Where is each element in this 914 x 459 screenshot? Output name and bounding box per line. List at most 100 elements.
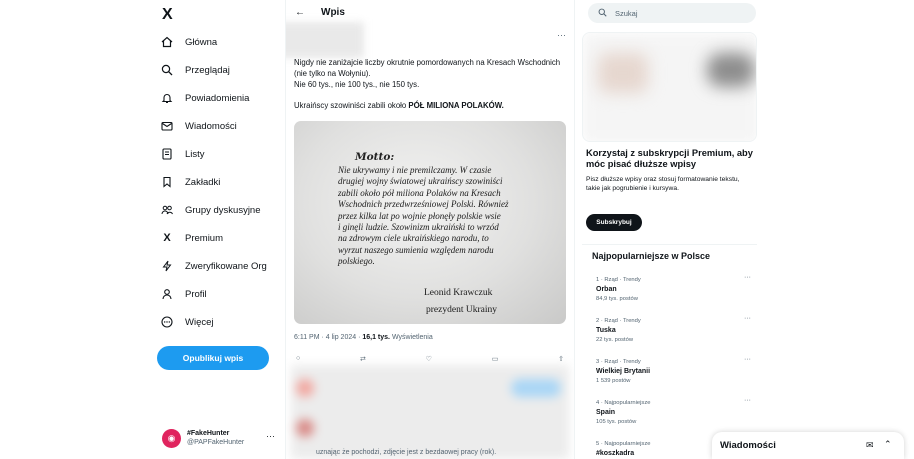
nav-label: Wiadomości	[185, 120, 237, 132]
trend-count: 84,9 tys. postów	[596, 296, 638, 302]
trend-name: Wielkiej Brytanii	[596, 368, 651, 375]
photo-line: przez kilka lat po wojnie płonęły polski…	[338, 210, 501, 221]
retweet-icon[interactable]: ⇄	[360, 355, 366, 363]
trends-heading: Najpopularniejsze w Polsce	[592, 251, 711, 261]
search-icon	[160, 63, 174, 77]
mail-icon	[160, 119, 174, 133]
tweet-line: Nie 60 tys., nie 100 tys., nie 150 tys.	[294, 80, 420, 89]
main-column: ← Wpis ··· Nigdy nie zaniżajcie liczby o…	[285, 0, 575, 459]
reply-icon[interactable]: ○	[296, 355, 300, 363]
tweet-meta: 6:11 PM · 4 lip 2024 · 16,1 tys. Wyświet…	[294, 334, 433, 341]
nav-item-explore[interactable]: Przeglądaj	[160, 59, 285, 81]
x-logo-icon[interactable]: X	[162, 6, 173, 24]
trend-count: 105 tys. postów	[596, 419, 637, 425]
trend-count: 1 539 postów	[596, 378, 631, 384]
blurred-replies	[291, 365, 569, 459]
trend-context: 2 · Rząd · Trendy	[596, 318, 641, 324]
search-input[interactable]: Szukaj	[588, 3, 756, 23]
nav-label: Powiadomienia	[185, 92, 250, 104]
list-icon	[160, 147, 174, 161]
nav-item-verified-orgs[interactable]: Zweryfikowane Org	[160, 255, 285, 277]
account-switcher[interactable]: ◉ #FakeHunter @PAPFakeHunter ···	[162, 426, 282, 450]
nav-item-lists[interactable]: Listy	[160, 143, 285, 165]
nav-label: Listy	[185, 148, 205, 160]
nav-item-profile[interactable]: Profil	[160, 283, 285, 305]
blurred-card	[582, 32, 757, 142]
right-sidebar: Szukaj Korzystaj z subskrypcji Premium, …	[578, 0, 914, 459]
home-icon	[160, 35, 174, 49]
tweet-time: 6:11 PM · 4 lip 2024 ·	[294, 334, 363, 341]
trend-context: 1 · Rząd · Trendy	[596, 277, 641, 283]
view-count: 16,1 tys.	[362, 334, 390, 341]
chevron-up-icon[interactable]: ⌃	[884, 439, 892, 450]
views-label: Wyświetlenia	[390, 334, 433, 341]
x-icon: X	[163, 232, 171, 244]
photo-line: polskiego.	[338, 256, 375, 267]
bell-icon	[160, 91, 174, 105]
tweet-line: Ukraińscy szowiniści zabili około PÓŁ MI…	[294, 100, 564, 111]
blurred-author	[286, 22, 364, 58]
more-horizontal-icon[interactable]: ···	[744, 315, 751, 322]
page-title: Wpis	[321, 7, 345, 18]
nav-item-premium[interactable]: X Premium	[160, 227, 285, 249]
photo-motto: Motto:	[355, 151, 395, 163]
reply-snippet: uznając że pochodzi, zdjęcie jest z bezd…	[316, 449, 497, 456]
subscribe-button[interactable]: Subskrybuj	[586, 214, 642, 231]
more-horizontal-icon[interactable]: ···	[557, 30, 566, 40]
trend-name: Spain	[596, 409, 616, 416]
like-icon[interactable]: ♡	[426, 355, 432, 363]
search-icon	[598, 8, 607, 19]
tweet-actions: ○ ⇄ ♡ ▭ ⇧	[296, 355, 564, 363]
photo-line: drugiej wojny światowej ukraińscy szowin…	[338, 176, 503, 187]
more-horizontal-icon[interactable]: ···	[744, 356, 751, 363]
nav-item-messages[interactable]: Wiadomości	[160, 115, 285, 137]
nav-label: Zweryfikowane Org	[185, 260, 267, 272]
bookmark-icon[interactable]: ▭	[492, 355, 499, 363]
tweet-photo[interactable]: Motto: Nie ukrywamy i nie premilczamy. W…	[294, 121, 566, 324]
photo-line: i ginęli ludzie. Szowinizm ukraiński to …	[338, 222, 499, 233]
nav-item-more[interactable]: Więcej	[160, 311, 285, 333]
photo-line: na zdrowym ciele ukraińskiego narodu, to	[338, 233, 489, 244]
nav-label: Przeglądaj	[185, 64, 230, 76]
account-name: #FakeHunter	[187, 430, 230, 437]
bookmark-icon	[160, 175, 174, 189]
trend-item[interactable]: 4 · Najpopularniejsze Spain 105 tys. pos…	[596, 397, 751, 427]
tweet-line: Nigdy nie zaniżajcie liczby okrutnie pom…	[294, 58, 561, 78]
nav-label: Grupy dyskusyjne	[185, 204, 261, 216]
messages-title: Wiadomości	[720, 440, 776, 451]
messages-drawer[interactable]: Wiadomości ✉ ⌃	[712, 432, 904, 459]
tweet-line-prefix: Ukraińscy szowiniści zabili około	[294, 101, 409, 110]
trend-item[interactable]: 3 · Rząd · Trendy Wielkiej Brytanii 1 53…	[596, 356, 751, 386]
more-horizontal-icon[interactable]: ···	[744, 397, 751, 404]
nav-item-bookmarks[interactable]: Zakładki	[160, 171, 285, 193]
trend-item[interactable]: 1 · Rząd · Trendy Orban 84,9 tys. postów…	[596, 274, 751, 304]
nav-item-notifications[interactable]: Powiadomienia	[160, 87, 285, 109]
nav-label: Zakładki	[185, 176, 221, 188]
nav-item-home[interactable]: Główna	[160, 31, 285, 53]
photo-signature-title: prezydent Ukrainy	[426, 305, 497, 315]
photo-line: zabili około pół miliona Polaków na Kres…	[338, 187, 501, 198]
nav-label: Główna	[185, 36, 218, 48]
more-horizontal-icon[interactable]: ···	[266, 431, 275, 441]
trend-context: 4 · Najpopularniejsze	[596, 400, 651, 406]
premium-card: Korzystaj z subskrypcji Premium, aby móc…	[586, 148, 754, 193]
photo-line: Wschodnich przedwrześniowej Polski. Równ…	[338, 199, 509, 210]
photo-line: wyrzut naszego sumienia względem narodu	[338, 244, 494, 255]
more-circle-icon	[160, 315, 174, 329]
premium-heading: Korzystaj z subskrypcji Premium, aby móc…	[586, 148, 753, 169]
tweet-line-bold: PÓŁ MILIONA POLAKÓW.	[408, 101, 504, 110]
new-message-icon[interactable]: ✉	[866, 440, 874, 451]
lightning-icon	[160, 259, 174, 273]
person-icon	[160, 287, 174, 301]
trend-count: 22 tys. postów	[596, 337, 634, 343]
post-button[interactable]: Opublikuj wpis	[157, 346, 269, 370]
share-icon[interactable]: ⇧	[558, 355, 564, 363]
photo-text: Nie ukrywamy i nie premilczamy. W czasie…	[338, 165, 550, 268]
trend-item[interactable]: 2 · Rząd · Trendy Tuska 22 tys. postów ·…	[596, 315, 751, 345]
back-arrow-icon[interactable]: ←	[295, 7, 305, 18]
trend-name: Orban	[596, 286, 617, 293]
more-horizontal-icon[interactable]: ···	[744, 274, 751, 281]
photo-line: Nie ukrywamy i nie premilczamy. W czasie	[338, 165, 492, 175]
trend-context: 3 · Rząd · Trendy	[596, 359, 641, 365]
nav-item-communities[interactable]: Grupy dyskusyjne	[160, 199, 285, 221]
